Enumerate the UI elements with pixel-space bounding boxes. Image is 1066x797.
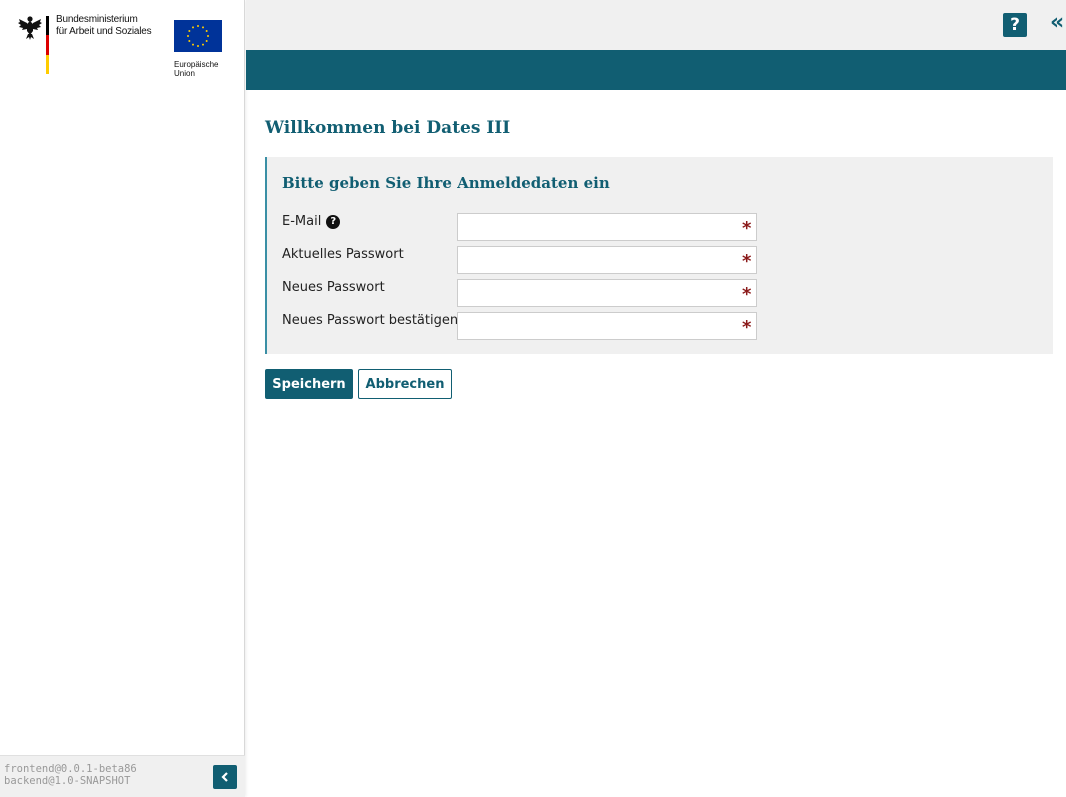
sidebar: Bundesministerium für Arbeit und Soziale… bbox=[0, 0, 245, 797]
required-asterisk: * bbox=[742, 317, 752, 338]
double-chevron-left-icon[interactable]: « bbox=[1050, 10, 1064, 35]
eu-star bbox=[205, 30, 208, 32]
collapse-sidebar-button[interactable] bbox=[213, 765, 237, 789]
current-password-input[interactable] bbox=[457, 246, 757, 274]
eu-flag-icon bbox=[174, 20, 222, 52]
email-label-text: E-Mail bbox=[282, 214, 322, 229]
new-password-label: Neues Passwort bbox=[282, 280, 385, 295]
eu-star bbox=[197, 25, 199, 27]
page-title: Willkommen bei Dates III bbox=[265, 118, 511, 138]
help-button[interactable]: ? bbox=[1003, 13, 1027, 37]
ministry-name-line2: für Arbeit und Soziales bbox=[56, 26, 152, 37]
eu-star bbox=[205, 40, 208, 42]
version-info: frontend@0.0.1-beta86 backend@1.0-SNAPSH… bbox=[4, 763, 137, 787]
required-asterisk: * bbox=[742, 284, 752, 305]
email-row: E-Mail ? * bbox=[282, 213, 762, 242]
eu-name-line1: Europäische bbox=[174, 60, 219, 69]
header-band bbox=[246, 50, 1066, 90]
eu-name-line2: Union bbox=[174, 69, 195, 78]
eu-star bbox=[187, 35, 189, 37]
eu-star bbox=[188, 40, 191, 42]
confirm-password-input[interactable] bbox=[457, 312, 757, 340]
confirm-password-row: Neues Passwort bestätigen * bbox=[282, 312, 762, 341]
login-form-panel: Bitte geben Sie Ihre Anmeldedaten ein E-… bbox=[265, 157, 1053, 354]
sidebar-footer: frontend@0.0.1-beta86 backend@1.0-SNAPSH… bbox=[0, 755, 245, 797]
eu-star bbox=[197, 45, 199, 47]
new-password-input[interactable] bbox=[457, 279, 757, 307]
ministry-name: Bundesministerium für Arbeit und Soziale… bbox=[56, 14, 152, 38]
federal-eagle-icon bbox=[18, 16, 42, 40]
frontend-version: frontend@0.0.1-beta86 bbox=[4, 763, 137, 775]
eu-star bbox=[192, 26, 194, 29]
email-input[interactable] bbox=[457, 213, 757, 241]
eu-star bbox=[202, 26, 204, 29]
bmas-logo: Bundesministerium für Arbeit und Soziale… bbox=[18, 14, 168, 76]
email-label: E-Mail ? bbox=[282, 214, 341, 229]
eu-star bbox=[188, 30, 191, 32]
required-asterisk: * bbox=[742, 218, 752, 239]
panel-title: Bitte geben Sie Ihre Anmeldedaten ein bbox=[282, 174, 610, 192]
required-asterisk: * bbox=[742, 251, 752, 272]
current-password-label: Aktuelles Passwort bbox=[282, 247, 404, 262]
eu-star bbox=[207, 35, 209, 37]
save-button[interactable]: Speichern bbox=[265, 369, 353, 399]
ministry-name-line1: Bundesministerium bbox=[56, 14, 138, 25]
top-bar: ? « bbox=[246, 0, 1066, 50]
question-mark-icon: ? bbox=[1010, 15, 1020, 35]
new-password-row: Neues Passwort * bbox=[282, 279, 762, 308]
backend-version: backend@1.0-SNAPSHOT bbox=[4, 775, 131, 787]
eu-star bbox=[202, 43, 204, 46]
confirm-password-label: Neues Passwort bestätigen bbox=[282, 313, 459, 328]
german-flag-bar bbox=[46, 16, 49, 74]
chevron-left-icon bbox=[221, 772, 228, 782]
current-password-row: Aktuelles Passwort * bbox=[282, 246, 762, 275]
cancel-button[interactable]: Abbrechen bbox=[358, 369, 452, 399]
eu-star bbox=[192, 43, 194, 46]
eu-logo: Europäische Union bbox=[174, 20, 224, 78]
question-circle-icon[interactable]: ? bbox=[326, 214, 341, 229]
